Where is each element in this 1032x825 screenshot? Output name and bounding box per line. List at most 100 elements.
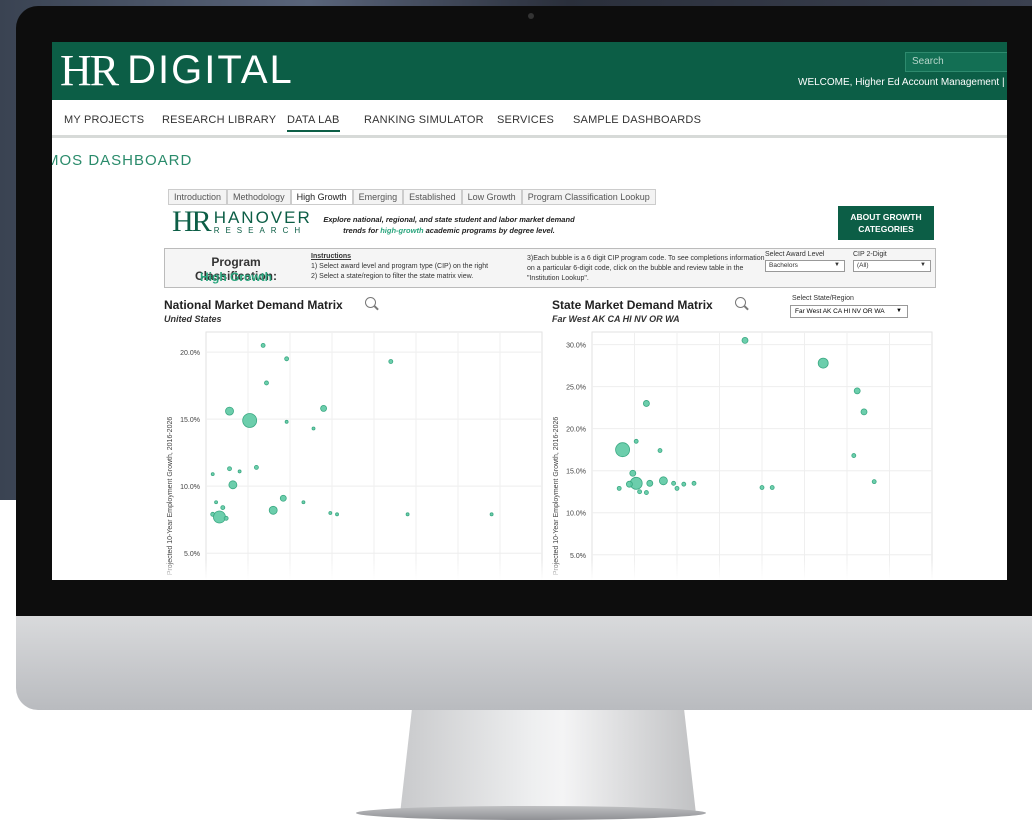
tab-introduction[interactable]: Introduction — [168, 189, 228, 204]
national-bubble[interactable] — [227, 466, 232, 472]
national-bubble[interactable] — [213, 510, 226, 524]
national-bubble[interactable] — [320, 405, 328, 412]
photo-stage: HR DIGITAL Search WELCOME, Higher Ed Acc… — [0, 0, 1032, 825]
state-bubble[interactable] — [851, 453, 857, 458]
award-level-label: Select Award Level — [765, 251, 825, 258]
state-bubble[interactable] — [643, 400, 650, 407]
national-bubble[interactable] — [268, 505, 278, 515]
national-bubble[interactable] — [214, 500, 218, 505]
national-bubble[interactable] — [210, 472, 215, 476]
state-chart-title: State Market Demand Matrix — [552, 298, 713, 312]
state-bubble[interactable] — [860, 408, 868, 416]
national-ytick-label: 20.0% — [180, 350, 200, 357]
national-ytick-label: 5.0% — [184, 551, 200, 558]
national-bubble[interactable] — [220, 505, 226, 511]
state-bubble[interactable] — [871, 479, 877, 485]
tab-emerging[interactable]: Emerging — [352, 189, 404, 204]
monitor-chin — [16, 616, 1032, 710]
nav-data-lab[interactable]: DATA LAB — [287, 114, 340, 132]
nav-services[interactable]: SERVICES — [497, 114, 554, 126]
state-bubble[interactable] — [646, 479, 654, 487]
page-title: MOS DASHBOARD — [52, 152, 193, 169]
nav-my-projects[interactable]: MY PROJECTS — [64, 114, 144, 126]
nav-sample-dashboards[interactable]: SAMPLE DASHBOARDS — [573, 114, 701, 126]
cip-select[interactable]: (All) — [853, 260, 931, 272]
state-ytick-label: 5.0% — [570, 553, 586, 560]
national-bubble[interactable] — [260, 343, 266, 348]
cip-label: CIP 2-Digit — [853, 251, 887, 258]
intro-pre: trends for — [343, 226, 381, 235]
state-bubble[interactable] — [626, 480, 633, 488]
screen: HR DIGITAL Search WELCOME, Higher Ed Acc… — [52, 42, 1007, 580]
search-input[interactable]: Search — [905, 52, 1007, 72]
national-bubble[interactable] — [311, 426, 316, 431]
state-bubble[interactable] — [637, 489, 642, 495]
national-bubble[interactable] — [328, 511, 333, 515]
hr-digital-logo[interactable]: HR DIGITAL — [60, 48, 294, 93]
region-select[interactable]: Far West AK CA HI NV OR WA — [790, 305, 908, 318]
state-bubble[interactable] — [769, 485, 775, 490]
national-bubble[interactable] — [237, 469, 242, 474]
national-bubble[interactable] — [254, 464, 259, 470]
tab-program-lookup[interactable]: Program Classification Lookup — [521, 189, 656, 204]
state-bubble[interactable] — [659, 476, 668, 486]
national-bubble[interactable] — [264, 380, 269, 386]
state-ytick-label: 15.0% — [566, 469, 586, 476]
state-bubble[interactable] — [759, 485, 765, 490]
hanover-name: HANOVER — [213, 208, 312, 227]
national-bubble[interactable] — [228, 480, 238, 490]
national-bubble[interactable] — [225, 406, 234, 416]
national-bubble[interactable] — [242, 413, 258, 428]
monitor-stand — [400, 710, 696, 814]
state-scatter-chart: 5.0% 10.0% 15.0% 20.0% 25.0% 30.0% Projected 1… — [553, 331, 933, 580]
instructions-step-3: 3)Each bubble is a 6 digit CIP program c… — [527, 255, 765, 282]
national-bubble[interactable] — [279, 494, 287, 502]
tab-low-growth[interactable]: Low Growth — [461, 189, 522, 204]
state-zoom-icon[interactable] — [735, 297, 746, 308]
nav-research-library[interactable]: RESEARCH LIBRARY — [162, 114, 276, 126]
national-zoom-icon[interactable] — [365, 297, 376, 308]
state-bubble[interactable] — [741, 337, 749, 344]
national-ytick-label: 10.0% — [180, 484, 200, 491]
state-bubble[interactable] — [616, 485, 622, 491]
tab-established[interactable]: Established — [403, 189, 462, 204]
state-bubble[interactable] — [691, 480, 697, 486]
hanover-wordmark: HANOVER RESEARCH — [214, 209, 312, 235]
state-bubble[interactable] — [657, 448, 663, 453]
region-label: Select State/Region — [792, 295, 854, 302]
main-nav: MY PROJECTS RESEARCH LIBRARY DATA LAB RA… — [52, 100, 1007, 138]
welcome-text: WELCOME, Higher Ed Account Management | … — [798, 77, 1007, 88]
national-bubble[interactable] — [388, 359, 394, 364]
national-bubble[interactable] — [284, 419, 289, 424]
national-bubble[interactable] — [489, 512, 494, 517]
national-bubble[interactable] — [335, 512, 339, 517]
national-bubble[interactable] — [405, 512, 410, 517]
national-bubble[interactable] — [301, 500, 306, 505]
state-bubble[interactable] — [644, 490, 649, 495]
state-bubble[interactable] — [853, 387, 861, 395]
national-bubble[interactable] — [223, 515, 229, 521]
hanover-sub: RESEARCH — [213, 226, 307, 235]
logo-word: DIGITAL — [127, 48, 294, 92]
tab-high-growth[interactable]: High Growth — [290, 189, 353, 204]
about-growth-categories-button[interactable]: ABOUT GROWTH CATEGORIES — [838, 206, 934, 240]
state-bubble[interactable] — [671, 480, 676, 486]
nav-ranking-simulator[interactable]: RANKING SIMULATOR — [364, 114, 484, 126]
hanover-logo: HR HANOVER RESEARCH — [172, 207, 312, 237]
screen-fade — [52, 560, 1007, 580]
instructions-heading: Instructions — [311, 253, 352, 260]
classification-value: High Growth — [200, 270, 272, 284]
state-bubble[interactable] — [633, 438, 639, 444]
instructions-step-1: 1) Select award level and program type (… — [311, 263, 489, 270]
award-level-select[interactable]: Bachelors — [765, 260, 845, 272]
state-bubble[interactable] — [615, 442, 630, 458]
header-bar: HR DIGITAL Search WELCOME, Higher Ed Acc… — [52, 42, 1007, 100]
state-bubble[interactable] — [681, 481, 687, 487]
state-bubble[interactable] — [674, 485, 680, 491]
state-bubble[interactable] — [817, 357, 829, 369]
state-bubble[interactable] — [629, 469, 637, 477]
tab-methodology[interactable]: Methodology — [227, 189, 291, 204]
national-bubble[interactable] — [284, 356, 290, 362]
logo-mark: HR — [60, 45, 119, 95]
monitor-stand-base — [356, 806, 706, 820]
